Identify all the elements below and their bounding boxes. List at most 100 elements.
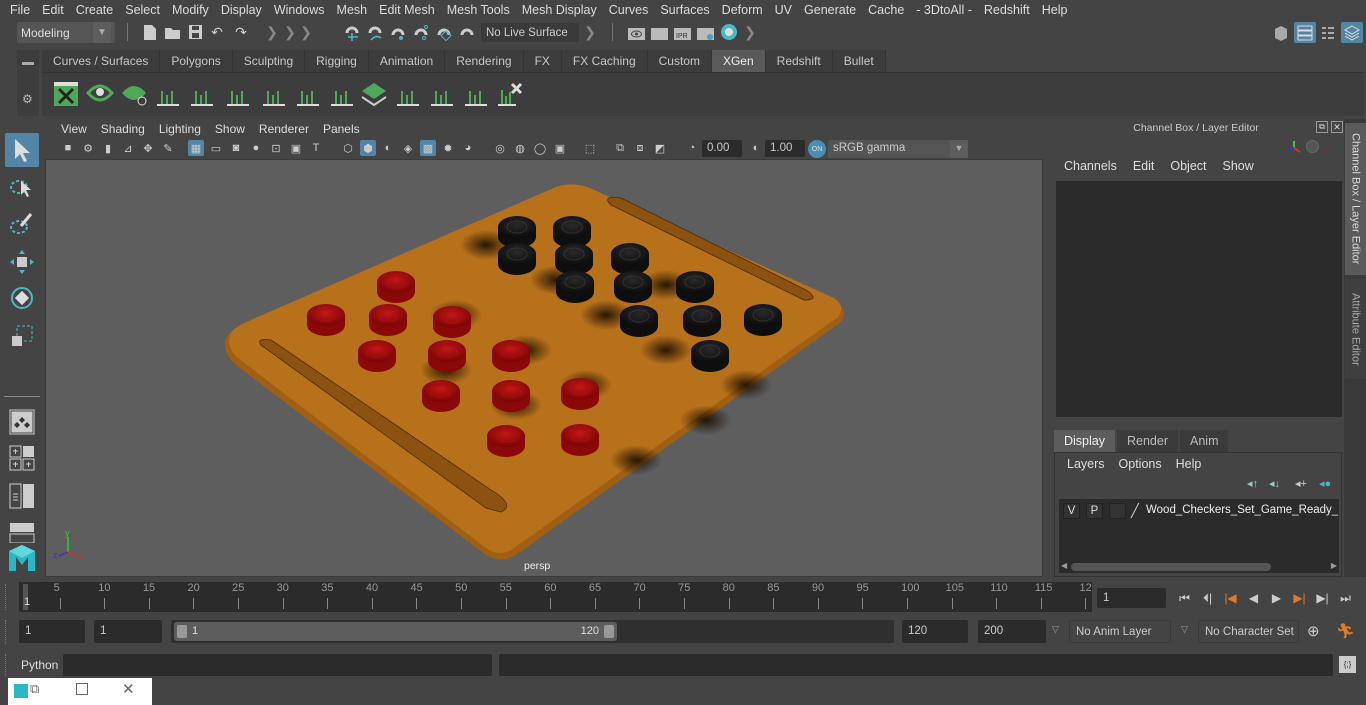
film-gate-icon[interactable]: ▭ [208,140,224,156]
xgen-visibility-icon[interactable] [86,79,114,109]
panel-menu-renderer[interactable]: Renderer [252,122,316,136]
menu-redshift[interactable]: Redshift [978,3,1036,17]
black-checker-piece[interactable] [744,304,782,336]
mode-selector[interactable]: Modeling ▼ [17,22,115,43]
maximize-icon[interactable] [76,683,88,695]
anim-layer-dropdown[interactable]: No Anim Layer [1069,620,1171,643]
grip[interactable] [5,584,9,610]
camera-select-icon[interactable]: ■ [60,140,76,156]
lights-icon[interactable]: ✹ [440,140,456,156]
layer-visibility-toggle[interactable]: V [1063,503,1080,519]
four-pane-layout-icon[interactable] [5,441,39,475]
xgen-flip-icon[interactable] [394,79,422,109]
ipr-render-icon[interactable]: IPR [673,24,691,40]
layer-display-type-toggle[interactable] [1109,503,1126,519]
shelf-tab-custom[interactable]: Custom [647,50,712,72]
viewport-persp[interactable]: y z x persp [45,159,1043,577]
menu-3dtoall[interactable]: - 3DtoAll - [910,3,978,17]
create-layer-selected-icon[interactable]: ◂● [1319,477,1331,490]
exposure-field[interactable]: 0.00 [702,140,742,157]
chevron-down-icon[interactable]: ▽ [1052,624,1059,635]
command-input[interactable] [63,654,492,676]
close-icon[interactable]: ✕ [122,680,135,698]
shelf-tab-sculpting[interactable]: Sculpting [232,50,306,72]
outliner-persp-layout-icon[interactable] [5,479,39,513]
black-checker-piece[interactable] [683,305,721,337]
red-checker-piece[interactable] [492,340,530,372]
red-checker-piece[interactable] [487,425,525,457]
camera-attributes-icon[interactable]: ⚙ [80,140,96,156]
render-view-icon[interactable] [627,24,645,40]
black-checker-piece[interactable] [611,243,649,275]
black-checker-piece[interactable] [614,271,652,303]
panel-menu-panels[interactable]: Panels [316,122,367,136]
layer-playback-toggle[interactable]: P [1086,503,1103,519]
xgen-delete-icon[interactable] [496,79,524,109]
safe-title-icon[interactable]: T [308,140,324,156]
menu-edit-mesh[interactable]: Edit Mesh [373,3,441,17]
layer-menu-help[interactable]: Help [1169,457,1209,471]
wireframe-on-shaded-icon[interactable]: ◐ [380,140,396,156]
animation-preferences-icon[interactable]: 🏃︎ [1336,622,1355,640]
character-set-dropdown[interactable]: No Character Set [1198,620,1299,643]
channel-box-menu-object[interactable]: Object [1162,159,1214,173]
screen-space-ao-icon[interactable]: ◎ [492,140,508,156]
snap-to-grid-icon[interactable] [343,23,361,41]
select-tool-icon[interactable] [5,133,39,167]
collapse-arrow-icon[interactable]: ❯ [300,23,312,41]
shelf-menu-icon[interactable] [22,62,34,65]
black-checker-piece[interactable] [676,271,714,303]
close-icon[interactable]: ✕ [1331,121,1343,133]
black-checker-piece[interactable] [556,271,594,303]
menu-display[interactable]: Display [215,3,268,17]
red-checker-piece[interactable] [422,380,460,412]
layer-color-swatch-icon[interactable]: ╱ [1131,503,1139,519]
layer-menu-layers[interactable]: Layers [1060,457,1112,471]
panel-menu-shading[interactable]: Shading [94,122,152,136]
channel-box-menu-channels[interactable]: Channels [1056,159,1125,173]
red-checker-piece[interactable] [561,378,599,410]
snap-to-curve-icon[interactable] [366,23,384,41]
menu-edit[interactable]: Edit [36,3,70,17]
redo-icon[interactable]: ↷ [232,23,250,41]
playback-start-field[interactable]: 1 [94,620,162,643]
motion-blur-icon[interactable]: ◍ [512,140,528,156]
move-layer-down-icon[interactable]: ◂↓ [1269,477,1280,490]
xray-joints-icon[interactable]: ⧈ [632,140,648,156]
xray-active-icon[interactable]: ◩ [652,140,668,156]
range-start-handle[interactable] [177,625,187,638]
shelf-tab-rendering[interactable]: Rendering [445,50,524,72]
move-layer-up-icon[interactable]: ◂↑ [1247,477,1258,490]
grip[interactable] [5,620,9,644]
modeling-toolkit-icon[interactable] [1271,23,1291,43]
red-checker-piece[interactable] [369,304,407,336]
color-space-dropdown[interactable]: sRGB gamma ▼ [828,140,968,158]
depth-of-field-icon[interactable]: ▣ [552,140,568,156]
live-surface-field[interactable]: No Live Surface [481,23,579,42]
go-to-start-icon[interactable]: ⏮ [1173,591,1196,606]
xgen-sculpt-guide-icon[interactable] [188,79,216,109]
2d-pan-zoom-icon[interactable]: ✥ [140,140,156,156]
safe-action-icon[interactable]: ▣ [288,140,304,156]
black-checker-piece[interactable] [620,305,658,337]
tab-attribute-editor[interactable]: Attribute Editor [1345,279,1366,379]
scrollbar-thumb[interactable] [1071,563,1271,571]
scroll-left-icon[interactable]: ◀ [1061,561,1067,570]
menu-deform[interactable]: Deform [716,3,769,17]
layer-tab-display[interactable]: Display [1054,430,1115,452]
menu-mesh-tools[interactable]: Mesh Tools [441,3,516,17]
range-slider-bar[interactable]: 1 120 [174,622,617,641]
lasso-tool-icon[interactable] [5,171,39,205]
red-checker-piece[interactable] [433,306,471,338]
bookmark-icon[interactable]: ▮ [100,140,116,156]
collapse-arrow-icon[interactable]: ❯ [266,23,278,41]
shelf-tab-redshift[interactable]: Redshift [765,50,833,72]
range-slider-track[interactable]: 1 120 [171,620,894,643]
xgen-add-guide-2-icon[interactable] [224,79,252,109]
play-backward-icon[interactable]: ◀ [1242,591,1265,605]
exposure-icon[interactable]: ◔ [684,140,700,156]
maya-app-icon[interactable] [14,684,28,698]
new-scene-icon[interactable] [142,23,158,41]
paint-select-tool-icon[interactable] [5,207,39,241]
shelf-tab-fx[interactable]: FX [523,50,562,72]
